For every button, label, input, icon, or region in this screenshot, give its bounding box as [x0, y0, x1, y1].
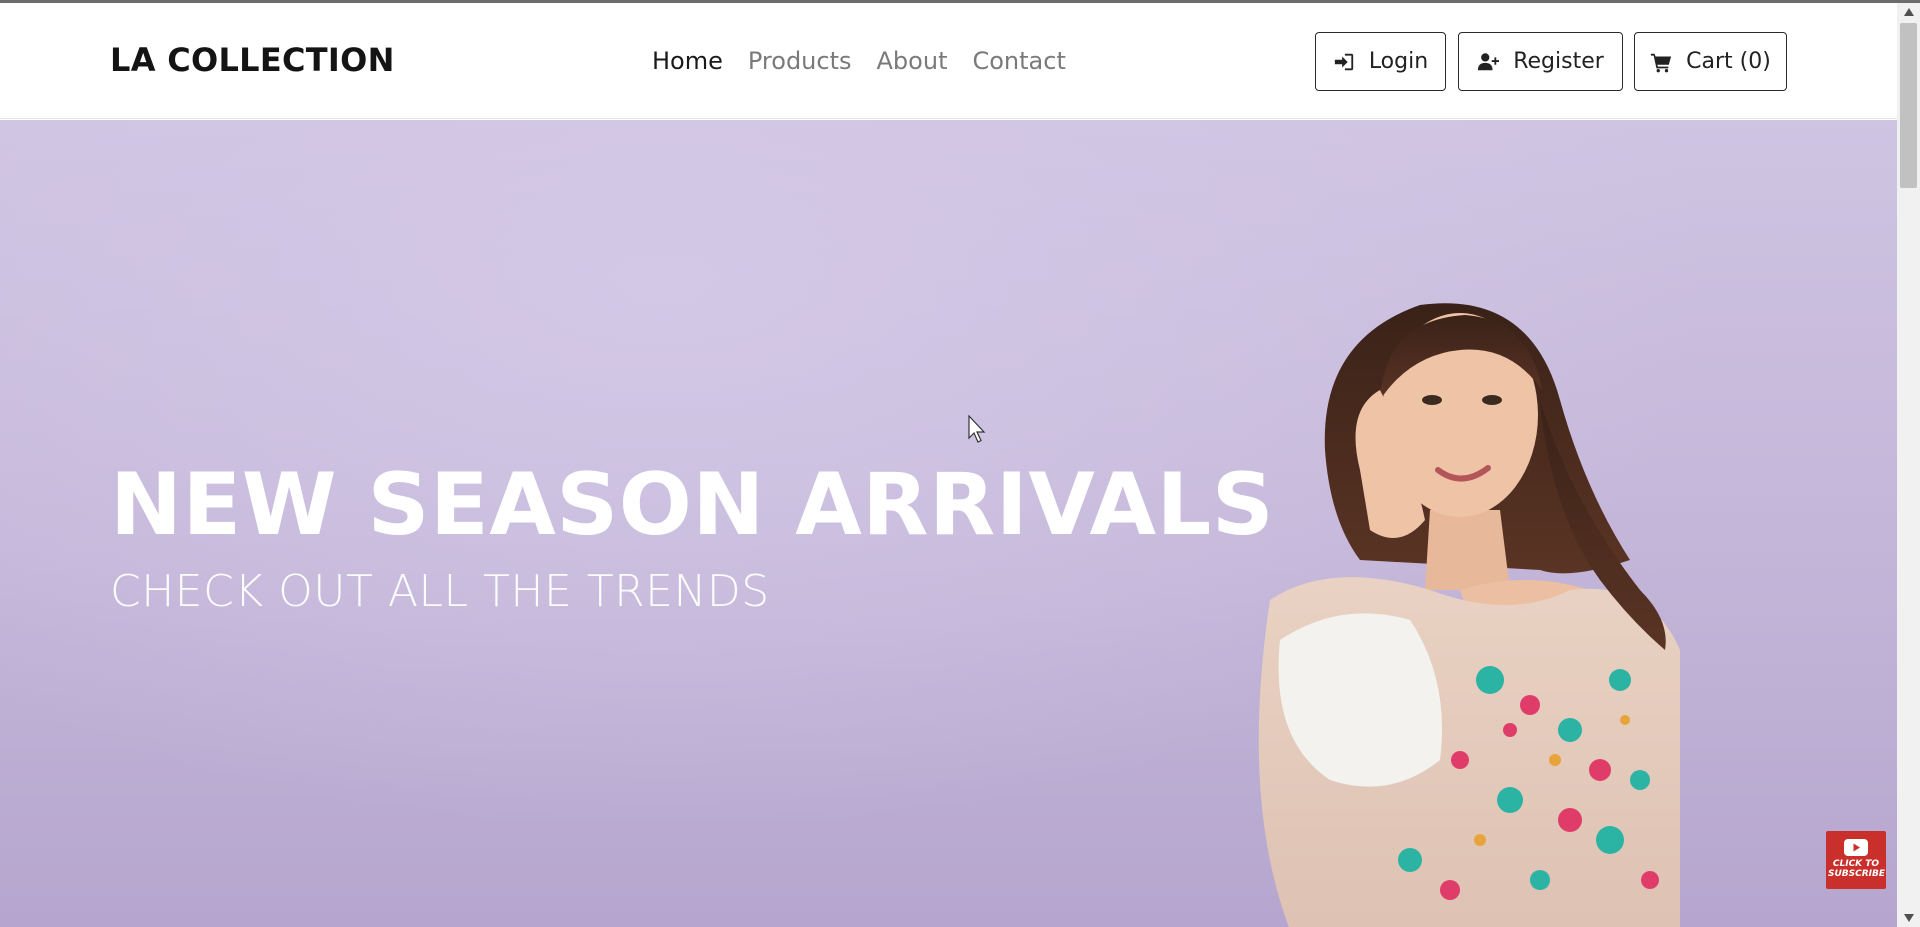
hero-model-image [1258, 303, 1680, 927]
navbar: LA COLLECTION Home Products About Contac… [0, 3, 1897, 119]
login-button[interactable]: Login [1315, 32, 1446, 91]
vertical-scrollbar[interactable] [1897, 3, 1920, 927]
triangle-up-icon [1903, 8, 1914, 16]
main-nav: Home Products About Contact [652, 47, 1066, 75]
cart-label: Cart (0) [1686, 49, 1771, 74]
hero-title: NEW SEASON ARRIVALS [110, 455, 1275, 555]
register-label: Register [1513, 49, 1604, 74]
youtube-play-icon [1844, 839, 1868, 856]
hero-banner: NEW SEASON ARRIVALS CHECK OUT ALL THE TR… [0, 120, 1897, 927]
brand-logo[interactable]: LA COLLECTION [110, 41, 395, 79]
nav-link-products[interactable]: Products [748, 47, 852, 75]
mouse-cursor [968, 415, 986, 443]
scroll-down-arrow[interactable] [1897, 909, 1920, 927]
login-label: Login [1368, 49, 1429, 74]
sign-in-icon [1334, 53, 1353, 70]
register-button[interactable]: Register [1458, 32, 1623, 91]
shopping-cart-icon [1651, 53, 1672, 72]
user-plus-icon [1478, 52, 1500, 70]
nav-link-contact[interactable]: Contact [972, 47, 1065, 75]
scrollbar-thumb[interactable] [1900, 23, 1917, 188]
cart-button[interactable]: Cart (0) [1634, 32, 1787, 91]
subscribe-text: CLICK TO SUBSCRIBE [1828, 859, 1886, 879]
nav-link-about[interactable]: About [877, 47, 948, 75]
subscribe-badge[interactable]: CLICK TO SUBSCRIBE [1826, 831, 1886, 889]
hero-subtitle: CHECK OUT ALL THE TRENDS [110, 566, 770, 617]
nav-link-home[interactable]: Home [652, 47, 723, 75]
triangle-down-icon [1903, 914, 1914, 922]
scroll-up-arrow[interactable] [1897, 3, 1920, 21]
